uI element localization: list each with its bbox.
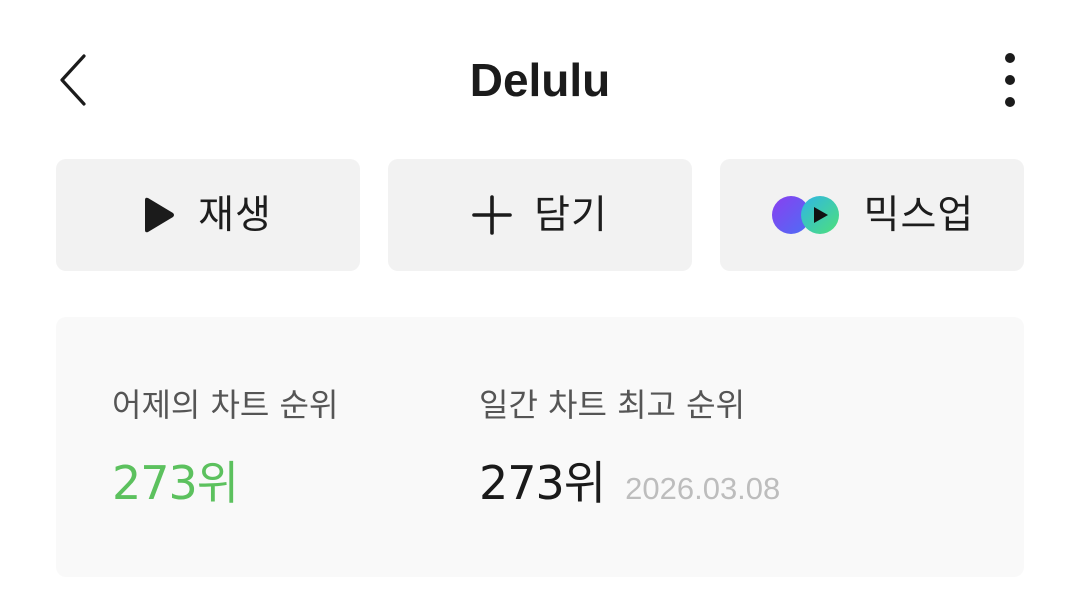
more-vertical-icon — [1005, 53, 1015, 107]
play-button[interactable]: 재생 — [56, 159, 360, 271]
best-rank-label: 일간 차트 최고 순위 — [479, 386, 746, 424]
yesterday-rank-label: 어제의 차트 순위 — [112, 386, 339, 424]
best-rank-value: 273위 — [479, 456, 606, 510]
yesterday-rank-block: 어제의 차트 순위 273위 — [112, 383, 338, 511]
yesterday-rank-value: 273위 — [112, 456, 239, 510]
best-rank-block: 일간 차트 최고 순위 273위 2026.03.08 — [479, 383, 780, 511]
plus-icon — [472, 195, 512, 235]
add-button-label: 담기 — [534, 192, 608, 238]
mixup-button[interactable]: 믹스업 — [720, 159, 1024, 271]
play-button-label: 재생 — [198, 192, 272, 238]
add-to-playlist-button[interactable]: 담기 — [388, 159, 692, 271]
mixup-icon — [771, 196, 839, 234]
best-rank-date: 2026.03.08 — [625, 471, 781, 506]
page-title: Delulu — [469, 54, 611, 106]
more-options-button[interactable] — [984, 46, 1036, 114]
top-bar: Delulu — [0, 0, 1080, 160]
action-buttons: 재생 담기 믹스업 — [56, 159, 1024, 271]
song-detail-page: Delulu 재생 담기 믹스업 어제의 차트 순위 273위 일간 차트 최고… — [0, 0, 1080, 593]
play-icon — [145, 197, 175, 233]
mixup-button-label: 믹스업 — [863, 192, 975, 238]
chart-rank-card: 어제의 차트 순위 273위 일간 차트 최고 순위 273위 2026.03.… — [56, 317, 1024, 577]
